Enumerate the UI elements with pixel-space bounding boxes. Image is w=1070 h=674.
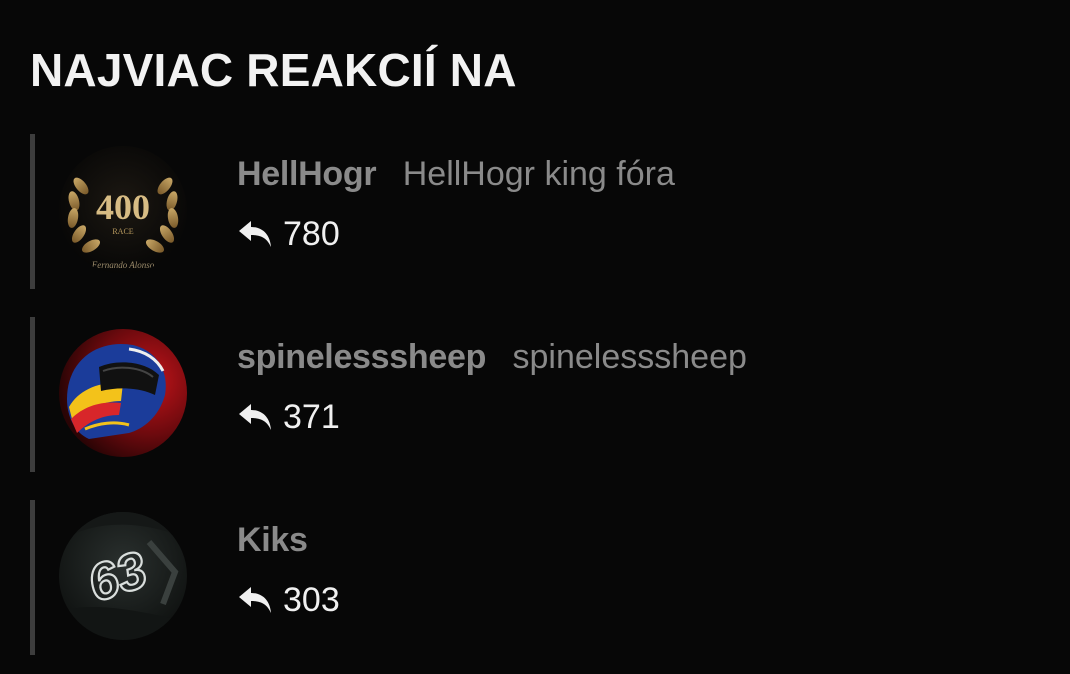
user-meta: spinelesssheep spinelesssheep 371 xyxy=(237,337,1040,437)
list-item: 400 RACE Fernando Alonso HellHogr HellHo… xyxy=(30,134,1040,289)
svg-text:400: 400 xyxy=(96,187,150,227)
svg-text:RACE: RACE xyxy=(112,227,133,236)
avatar[interactable] xyxy=(59,329,187,457)
name-line: HellHogr HellHogr king fóra xyxy=(237,154,1040,194)
avatar[interactable]: 400 RACE Fernando Alonso xyxy=(59,146,187,274)
laurel-400-race-avatar: 400 RACE Fernando Alonso xyxy=(59,146,187,274)
reply-arrow-icon xyxy=(239,221,271,247)
username-link[interactable]: Kiks xyxy=(237,521,308,559)
list-item: spinelesssheep spinelesssheep 371 xyxy=(30,317,1040,472)
user-meta: HellHogr HellHogr king fóra 780 xyxy=(237,154,1040,254)
reaction-count-line: 303 xyxy=(237,580,1040,620)
reply-arrow-icon xyxy=(239,404,271,430)
user-meta: Kiks 303 xyxy=(237,520,1040,620)
name-line: Kiks xyxy=(237,520,1040,560)
reply-arrow-icon xyxy=(239,587,271,613)
user-list: 400 RACE Fernando Alonso HellHogr HellHo… xyxy=(30,134,1040,655)
name-line: spinelesssheep spinelesssheep xyxy=(237,337,1040,377)
number-63-avatar: 63 xyxy=(59,512,187,640)
user-title: HellHogr king fóra xyxy=(402,155,675,193)
reaction-count-line: 371 xyxy=(237,397,1040,437)
username-link[interactable]: HellHogr xyxy=(237,155,377,193)
username-link[interactable]: spinelesssheep xyxy=(237,338,486,376)
reaction-count: 371 xyxy=(283,398,340,436)
avatar[interactable]: 63 xyxy=(59,512,187,640)
reaction-count: 780 xyxy=(283,215,340,253)
section-title: NAJVIAC REAKCIÍ NA xyxy=(30,44,517,96)
racing-helmet-avatar xyxy=(59,329,187,457)
reaction-count-line: 780 xyxy=(237,214,1040,254)
most-reactions-panel: NAJVIAC REAKCIÍ NA 400 RACE Fernando Alo… xyxy=(0,0,1070,674)
svg-text:Fernando Alonso: Fernando Alonso xyxy=(91,260,155,270)
list-item: 63 Kiks 303 xyxy=(30,500,1040,655)
reaction-count: 303 xyxy=(283,581,340,619)
user-title: spinelesssheep xyxy=(512,338,747,376)
